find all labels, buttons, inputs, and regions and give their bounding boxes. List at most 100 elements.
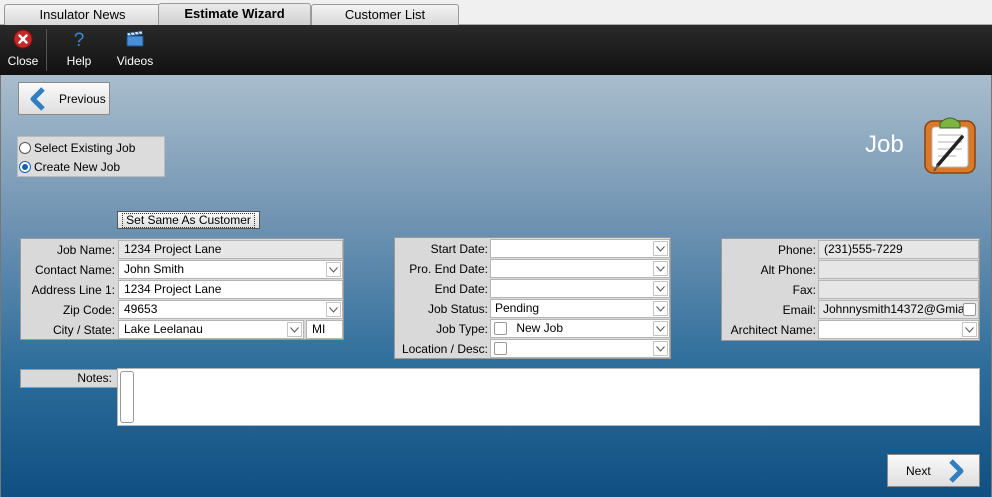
chevron-down-icon[interactable] [962,322,977,337]
chevron-down-icon[interactable] [653,261,668,276]
notes-label: Notes: [77,371,112,385]
tab-strip: Insulator News Estimate Wizard Customer … [0,0,992,26]
page-title: Job [865,131,904,158]
job-type-label: Job Type: [436,322,488,336]
job-name-label: Job Name: [56,243,115,257]
state-field[interactable]: MI [306,320,343,339]
contact-name-select[interactable]: John Smith [118,260,343,279]
chevron-down-icon[interactable] [653,321,668,336]
start-date-picker[interactable] [490,239,670,258]
job-type-checkbox[interactable] [494,322,507,336]
job-status-label: Job Status: [427,302,488,316]
email-checkbox[interactable] [963,303,976,316]
help-label: Help [66,54,92,68]
chevron-down-icon[interactable] [326,262,341,277]
architect-row: Architect Name: [722,320,818,340]
location-desc-label: Location / Desc: [401,342,488,356]
toolbar-divider [46,29,47,71]
location-desc-select[interactable] [490,339,670,358]
radio-new-label: Create New Job [34,159,121,174]
contact-name-value: John Smith [124,262,185,276]
alt-phone-field[interactable] [818,260,979,279]
alt-phone-label: Alt Phone: [760,263,816,277]
end-date-picker[interactable] [490,279,670,298]
previous-button[interactable]: Previous [18,82,110,115]
email-field[interactable]: Johnnysmith14372@Gmia [818,300,979,319]
radio-existing-indicator[interactable] [19,141,31,154]
notes-textarea[interactable] [117,368,980,426]
email-row: Email: [722,300,818,320]
start-date-row: Start Date: [395,239,490,259]
address-row: Address Line 1: [21,280,117,300]
tab-estimate-wizard[interactable]: Estimate Wizard [158,3,311,26]
job-type-value: New Job [516,321,564,335]
location-checkbox[interactable] [494,342,507,356]
help-icon: ? [74,30,85,49]
radio-new-indicator[interactable] [19,160,31,173]
set-same-as-customer-button[interactable]: Set Same As Customer [117,211,260,229]
set-same-label: Set Same As Customer [122,212,255,228]
phone-label: Phone: [777,243,816,257]
tab-insulator-news[interactable]: Insulator News [4,4,161,25]
architect-name-select[interactable] [818,320,979,339]
video-clapper-icon [126,30,144,47]
help-button[interactable]: ? Help [62,29,96,73]
pro-end-date-picker[interactable] [490,259,670,278]
videos-button[interactable]: Videos [114,29,156,73]
tab-customer-list[interactable]: Customer List [311,4,459,25]
contact-row: Contact Name: [21,260,117,280]
chevron-down-icon[interactable] [653,301,668,316]
job-name-row: Job Name: [21,240,117,260]
videos-label: Videos [116,54,154,68]
pro-end-date-label: Pro. End Date: [409,262,488,276]
architect-name-label: Architect Name: [730,323,816,337]
previous-label: Previous [59,91,106,106]
zip-code-value: 49653 [124,302,158,316]
city-select[interactable]: Lake Leelanau [118,320,304,339]
estimate-wizard-panel: Previous Select Existing Job Create New … [0,75,992,497]
job-mode-group: Select Existing Job Create New Job [17,136,165,177]
toolbar: Close ? Help Videos [0,25,992,75]
city-value: Lake Leelanau [124,322,203,336]
close-icon [13,29,33,49]
address-line1-label: Address Line 1: [31,283,115,297]
chevron-left-icon [30,86,45,111]
job-type-select[interactable]: New Job [490,319,670,338]
chevron-down-icon[interactable] [326,302,341,317]
zip-code-select[interactable]: 49653 [118,300,343,319]
clipboard-icon [924,117,976,174]
location-row: Location / Desc: [395,339,490,359]
email-label: Email: [782,303,816,317]
pro-end-date-row: Pro. End Date: [395,259,490,279]
chevron-right-icon [948,458,964,483]
job-status-select[interactable]: Pending [490,299,670,318]
contact-name-label: Contact Name: [34,263,115,277]
job-address-panel: Job Name: 1234 Project Lane Contact Name… [20,238,344,340]
close-button[interactable]: Close [6,29,40,73]
chevron-down-icon[interactable] [653,241,668,256]
svg-text:?: ? [74,30,85,49]
radio-create-new-job[interactable]: Create New Job [18,157,164,176]
phone-row: Phone: [722,240,818,260]
chevron-down-icon[interactable] [653,281,668,296]
contact-info-panel: Phone: (231)555-7229 Alt Phone: Fax: Ema… [721,238,980,341]
chevron-down-icon[interactable] [653,341,668,356]
start-date-label: Start Date: [430,242,488,256]
fax-row: Fax: [722,280,818,300]
phone-field[interactable]: (231)555-7229 [818,240,979,259]
address-line1-field[interactable]: 1234 Project Lane [118,280,343,299]
chevron-down-icon[interactable] [287,322,302,337]
radio-select-existing-job[interactable]: Select Existing Job [18,138,164,157]
notes-checkbox[interactable] [120,371,134,423]
zip-row: Zip Code: [21,300,117,320]
end-date-label: End Date: [434,282,488,296]
job-status-value: Pending [495,301,540,315]
job-details-panel: Start Date: Pro. End Date: End Date: Job… [394,237,671,359]
close-label: Close [7,54,39,68]
notes-label-box: Notes: [20,369,117,388]
fax-label: Fax: [792,283,816,297]
job-name-field[interactable]: 1234 Project Lane [118,240,343,259]
fax-field[interactable] [818,280,979,299]
next-button[interactable]: Next [887,454,980,487]
city-state-row: City / State: [21,320,117,340]
